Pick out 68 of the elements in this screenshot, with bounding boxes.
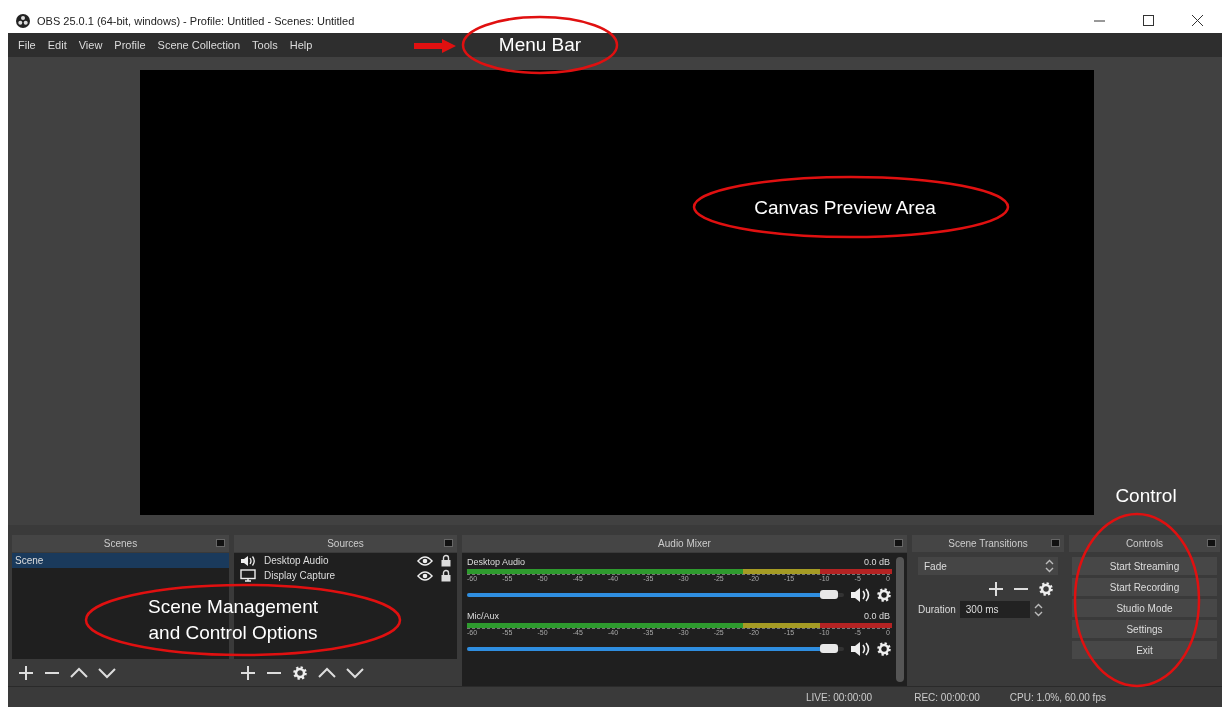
- window-title: OBS 25.0.1 (64-bit, windows) - Profile: Untitled - Scenes: Untitled: [37, 14, 356, 27]
- live-time: LIVE: 00:00:00: [806, 691, 873, 703]
- undock-icon[interactable]: [444, 539, 453, 547]
- plus-icon[interactable]: [18, 664, 34, 681]
- duration-field[interactable]: 300 ms: [959, 601, 1030, 618]
- plus-icon[interactable]: [988, 581, 1004, 597]
- control-button[interactable]: Start Recording: [1072, 578, 1217, 596]
- menu-item[interactable]: Edit: [41, 37, 73, 53]
- cpu-status: CPU: 1.0%, 60.00 fps: [1009, 691, 1106, 703]
- channel-name: Mic/Aux: [467, 611, 499, 621]
- annotation-label: Canvas Preview Area: [753, 196, 937, 220]
- menu-item[interactable]: Tools: [246, 37, 284, 53]
- lock-icon[interactable]: [441, 554, 451, 567]
- menu-item[interactable]: Profile: [108, 37, 152, 53]
- scrollbar[interactable]: [896, 557, 904, 682]
- monitor-icon: [240, 569, 256, 582]
- annotation-label: Menu Bar: [497, 33, 583, 57]
- plus-icon[interactable]: [240, 664, 256, 681]
- speaker-icon[interactable]: [850, 641, 870, 657]
- dock-title: Controls: [1125, 538, 1164, 549]
- app-logo-icon: [16, 13, 30, 28]
- source-item[interactable]: Display Capture: [264, 570, 409, 581]
- speaker-icon[interactable]: [850, 587, 870, 603]
- undock-icon[interactable]: [216, 539, 225, 547]
- annotation-arrow: [414, 39, 456, 53]
- undock-icon[interactable]: [1051, 539, 1060, 547]
- chevron-up-icon[interactable]: [70, 666, 88, 679]
- control-button[interactable]: Exit: [1072, 641, 1217, 659]
- dock-title: Scene Transitions: [948, 538, 1028, 549]
- eye-icon[interactable]: [417, 570, 433, 581]
- recording-time: REC: 00:00:00: [914, 691, 980, 703]
- control-button[interactable]: Studio Mode: [1072, 599, 1217, 617]
- settings-icon[interactable]: [876, 587, 892, 603]
- undock-icon[interactable]: [894, 539, 903, 547]
- chevron-down-icon[interactable]: [346, 666, 364, 679]
- chevron-down-icon[interactable]: [98, 666, 116, 679]
- menu-item[interactable]: Scene Collection: [151, 37, 247, 53]
- transition-dropdown[interactable]: Fade: [918, 557, 1058, 575]
- control-button[interactable]: Settings: [1072, 620, 1217, 638]
- close-icon[interactable]: [1192, 15, 1203, 26]
- slider-thumb[interactable]: [819, 644, 838, 653]
- annotation-label: Scene Management and Control Options: [146, 595, 320, 645]
- volume-reading: 0.0 dB: [863, 557, 890, 567]
- dock-title: Scenes: [103, 538, 138, 549]
- eye-icon[interactable]: [417, 555, 433, 566]
- menu-item[interactable]: Help: [283, 37, 319, 53]
- scene-item[interactable]: Scene: [12, 553, 229, 568]
- maximize-icon[interactable]: [1143, 15, 1154, 26]
- source-item[interactable]: Desktop Audio: [264, 555, 409, 566]
- dock-title: Sources: [327, 538, 364, 549]
- spinner-arrows-icon: [1045, 559, 1054, 573]
- control-button[interactable]: Start Streaming: [1072, 557, 1217, 575]
- settings-icon[interactable]: [292, 664, 308, 681]
- menu-item[interactable]: File: [12, 37, 42, 53]
- lock-icon[interactable]: [441, 569, 451, 582]
- chevron-up-icon[interactable]: [318, 666, 336, 679]
- settings-icon[interactable]: [876, 641, 892, 657]
- menu-item[interactable]: View: [72, 37, 109, 53]
- undock-icon[interactable]: [1207, 539, 1216, 547]
- channel-name: Desktop Audio: [467, 557, 526, 567]
- duration-label: Duration: [918, 604, 956, 615]
- dock-title: Audio Mixer: [658, 538, 711, 549]
- settings-icon[interactable]: [1038, 581, 1054, 597]
- annotation-label: Control: [1114, 484, 1178, 508]
- speaker-icon: [240, 554, 256, 567]
- spinner-arrows-icon[interactable]: [1033, 602, 1043, 617]
- volume-reading: 0.0 dB: [863, 611, 890, 621]
- slider-thumb[interactable]: [819, 590, 838, 599]
